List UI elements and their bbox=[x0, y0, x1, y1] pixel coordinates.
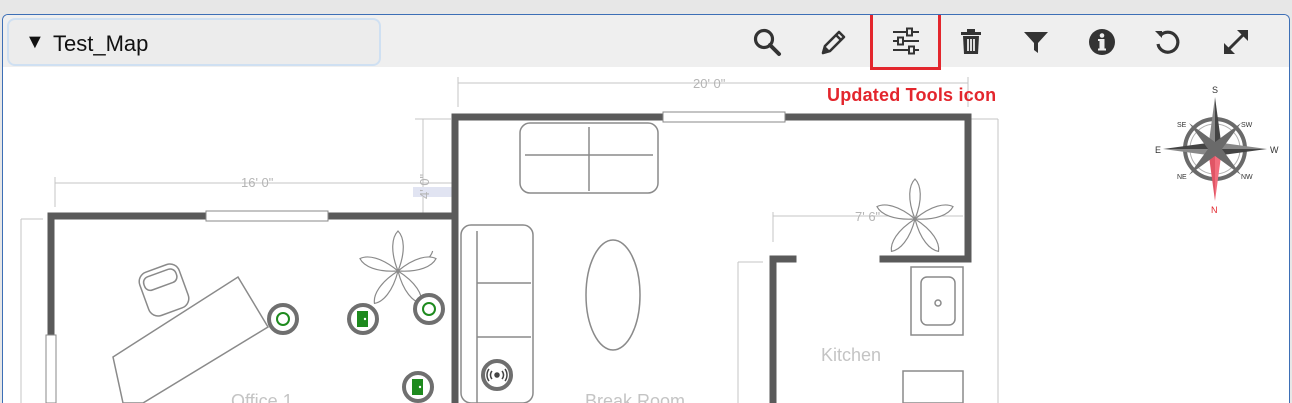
filter-button[interactable] bbox=[1010, 19, 1062, 65]
compass-south: S bbox=[1212, 85, 1218, 95]
dimension-kitchen: 7' 6" bbox=[855, 209, 881, 224]
dimension-top-width: 20' 0" bbox=[693, 76, 726, 91]
compass-se: SE bbox=[1177, 122, 1187, 129]
room-label-office: Office 1 bbox=[231, 391, 293, 403]
sliders-icon bbox=[892, 27, 919, 54]
dimension-vertical: 4' 0" bbox=[417, 173, 432, 199]
compass-north: N bbox=[1211, 205, 1218, 215]
info-icon bbox=[1089, 29, 1115, 55]
search-icon bbox=[753, 28, 781, 56]
room-label-kitchen: Kitchen bbox=[821, 345, 881, 365]
room-label-break-room: Break Room bbox=[585, 391, 685, 403]
door-icon bbox=[412, 379, 423, 395]
beacon-device[interactable] bbox=[481, 359, 513, 391]
compass-sw: SW bbox=[1241, 122, 1253, 129]
door-icon bbox=[357, 311, 368, 327]
expand-icon bbox=[1224, 30, 1248, 54]
refresh-icon bbox=[1155, 30, 1180, 54]
updated-tools-annotation: Updated Tools icon bbox=[827, 85, 997, 105]
tools-button[interactable] bbox=[870, 15, 941, 70]
trash-icon bbox=[961, 29, 981, 54]
sensor-device[interactable] bbox=[413, 293, 445, 325]
compass-rose: S N E W SE SW NE NW bbox=[1155, 85, 1279, 215]
compass-nw: NW bbox=[1241, 174, 1253, 181]
pencil-icon bbox=[821, 30, 846, 55]
map-panel: ▼ Test_Map 20' 0" 16' 0" 4' 0" 7' 6" Off… bbox=[2, 14, 1290, 403]
dimension-office-width: 16' 0" bbox=[241, 175, 274, 190]
filter-icon bbox=[1024, 32, 1048, 53]
fullscreen-button[interactable] bbox=[1210, 19, 1262, 65]
info-button[interactable] bbox=[1076, 19, 1128, 65]
edit-button[interactable] bbox=[808, 19, 860, 65]
door-device[interactable] bbox=[402, 371, 434, 403]
door-device[interactable] bbox=[347, 303, 379, 335]
map-toolbar: ▼ Test_Map bbox=[3, 15, 1289, 70]
compass-east: E bbox=[1155, 145, 1161, 155]
compass-ne: NE bbox=[1177, 174, 1187, 181]
floor-plan: 20' 0" 16' 0" 4' 0" 7' 6" Office 1 Break… bbox=[20, 76, 1279, 403]
map-selector[interactable]: ▼ Test_Map bbox=[7, 18, 381, 66]
compass-west: W bbox=[1270, 145, 1279, 155]
delete-button[interactable] bbox=[945, 19, 997, 65]
refresh-button[interactable] bbox=[1142, 19, 1194, 65]
caret-down-icon: ▼ bbox=[25, 31, 45, 53]
map-name: Test_Map bbox=[53, 31, 149, 56]
sensor-device[interactable] bbox=[267, 303, 299, 335]
search-button[interactable] bbox=[741, 19, 793, 65]
